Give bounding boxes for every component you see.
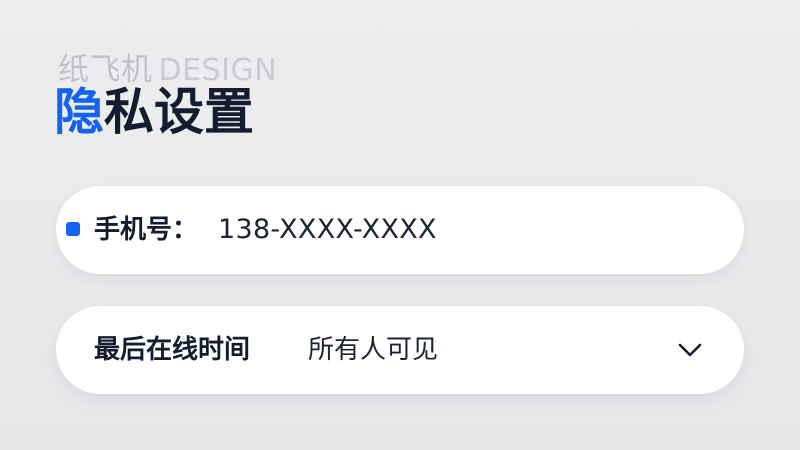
page-title: 隐私设置 (54, 82, 254, 142)
page-title-accent: 隐 (54, 83, 104, 141)
last-seen-label: 最后在线时间 (94, 335, 251, 365)
page-title-rest: 私设置 (104, 83, 254, 141)
last-seen-value[interactable]: 所有人可见 (308, 330, 438, 370)
chevron-down-icon[interactable] (676, 339, 704, 361)
active-marker-icon (66, 222, 80, 236)
phone-number-label: 手机号： (94, 215, 199, 245)
phone-number-value: 138-XXXX-XXXX (218, 214, 437, 245)
